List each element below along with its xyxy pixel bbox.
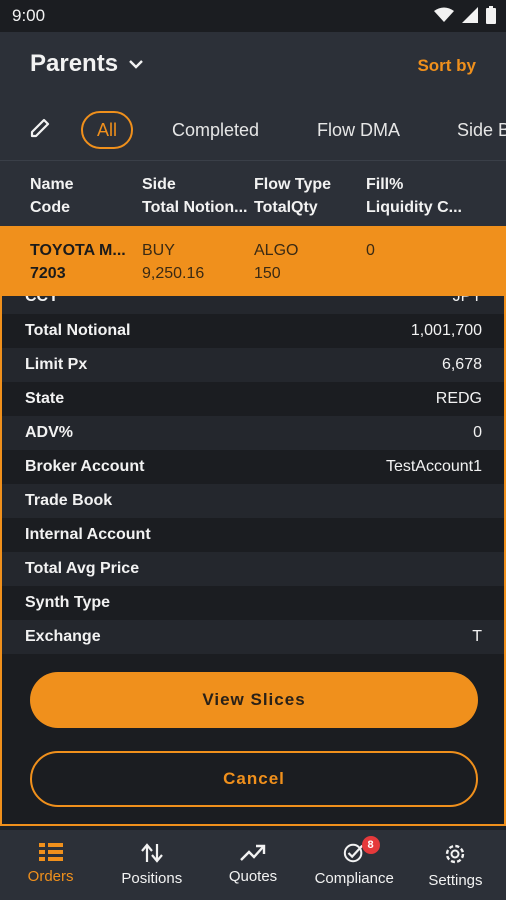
column-label: TotalQty — [254, 199, 318, 216]
column-label: Fill% — [366, 176, 404, 193]
detail-value: T — [472, 628, 482, 645]
nav-orders[interactable]: Orders — [0, 830, 101, 900]
order-total-qty: 150 — [254, 265, 281, 282]
nav-quotes[interactable]: Quotes — [202, 830, 303, 900]
order-side-notional: BUY 9,250.16 — [142, 239, 250, 285]
status-icons — [434, 6, 496, 24]
view-slices-button[interactable]: View Slices — [30, 672, 478, 728]
detail-value: JPY — [452, 296, 482, 305]
app-header: Parents Sort by — [0, 32, 506, 102]
view-selector[interactable]: Parents — [30, 50, 144, 78]
nav-settings[interactable]: Settings — [405, 830, 506, 900]
gear-icon — [446, 844, 465, 864]
tab-all[interactable]: All — [81, 111, 134, 149]
detail-row-state: State REDG — [2, 382, 504, 416]
column-label: Side — [142, 176, 176, 193]
detail-row-internal-account: Internal Account — [2, 518, 504, 552]
nav-label: Compliance — [314, 870, 394, 887]
order-side: BUY — [142, 242, 175, 259]
bottom-navigation: Orders Positions Quotes 8 Compliance Set… — [0, 830, 506, 900]
compliance-badge: 8 — [361, 836, 380, 854]
page-title: Parents — [30, 50, 119, 77]
detail-label: Total Avg Price — [25, 560, 140, 577]
nav-label: Settings — [428, 872, 483, 889]
detail-label: CCY — [25, 296, 59, 305]
detail-value: 1,001,700 — [410, 322, 482, 339]
battery-icon — [486, 6, 496, 24]
order-detail-panel: CCY JPY Total Notional 1,001,700 Limit P… — [0, 296, 506, 826]
order-flow-type: ALGO — [254, 242, 299, 259]
sort-by-button[interactable]: Sort by — [417, 56, 476, 76]
column-label: Liquidity C... — [366, 199, 462, 216]
detail-label: Broker Account — [25, 458, 145, 475]
nav-label: Quotes — [228, 868, 278, 885]
tab-completed[interactable]: Completed — [172, 111, 259, 149]
detail-label: Limit Px — [25, 356, 88, 373]
filter-bar: All Completed Flow DMA Side B — [0, 102, 506, 160]
nav-compliance[interactable]: 8 Compliance — [304, 830, 405, 900]
detail-row-adv: ADV% 0 — [2, 416, 504, 450]
column-flow-qty[interactable]: Flow Type TotalQty — [254, 173, 360, 219]
detail-row-exchange: Exchange T — [2, 620, 504, 654]
detail-value: TestAccount1 — [385, 458, 482, 475]
detail-row-total-notional: Total Notional 1,001,700 — [2, 314, 504, 348]
order-fill-pct: 0 — [366, 242, 375, 259]
detail-row-total-avg-price: Total Avg Price — [2, 552, 504, 586]
column-label: Total Notion... — [142, 199, 248, 216]
tab-flow-dma[interactable]: Flow DMA — [317, 111, 400, 149]
chevron-down-icon — [129, 60, 143, 69]
order-flow-qty: ALGO 150 — [254, 239, 360, 285]
detail-row-broker-account: Broker Account TestAccount1 — [2, 450, 504, 484]
detail-value: 0 — [473, 424, 482, 441]
column-label: Flow Type — [254, 176, 332, 193]
column-name-code[interactable]: Name Code — [30, 173, 135, 219]
trending-up-icon — [240, 844, 266, 861]
detail-label: Trade Book — [25, 492, 113, 509]
cancel-button[interactable]: Cancel — [30, 751, 478, 807]
order-code: 7203 — [30, 265, 66, 282]
detail-label: Internal Account — [25, 526, 151, 543]
detail-label: Synth Type — [25, 594, 111, 611]
status-bar: 9:00 — [0, 0, 506, 32]
detail-label: State — [25, 390, 65, 407]
nav-label: Positions — [121, 870, 183, 887]
order-name: TOYOTA M... — [30, 242, 126, 259]
order-total-notional: 9,250.16 — [142, 265, 205, 282]
column-label: Name — [30, 176, 74, 193]
signal-icon — [462, 7, 478, 23]
order-fill: 0 — [366, 239, 476, 262]
column-headers: Name Code Side Total Notion... Flow Type… — [0, 160, 506, 226]
detail-value: 6,678 — [441, 356, 482, 373]
selected-order-row[interactable]: TOYOTA M... 7203 BUY 9,250.16 ALGO 150 0 — [0, 226, 506, 296]
column-side-notional[interactable]: Side Total Notion... — [142, 173, 250, 219]
nav-label: Orders — [27, 868, 74, 885]
detail-row-trade-book: Trade Book — [2, 484, 504, 518]
detail-row-synth-type: Synth Type — [2, 586, 504, 620]
edit-pencil-icon[interactable] — [28, 116, 52, 140]
column-label: Code — [30, 199, 70, 216]
detail-row-ccy: CCY JPY — [2, 296, 504, 314]
detail-label: ADV% — [25, 424, 74, 441]
column-fill-liquidity[interactable]: Fill% Liquidity C... — [366, 173, 476, 219]
detail-row-limit-px: Limit Px 6,678 — [2, 348, 504, 382]
nav-positions[interactable]: Positions — [101, 830, 202, 900]
detail-label: Exchange — [25, 628, 101, 645]
tab-side-b[interactable]: Side B — [457, 111, 506, 149]
status-time: 9:00 — [12, 6, 46, 25]
wifi-icon — [434, 7, 454, 22]
detail-value: REDG — [435, 390, 482, 407]
orders-list-icon — [38, 843, 63, 861]
swap-arrows-icon — [140, 843, 163, 863]
detail-label: Total Notional — [25, 322, 131, 339]
order-name-code: TOYOTA M... 7203 — [30, 239, 135, 285]
